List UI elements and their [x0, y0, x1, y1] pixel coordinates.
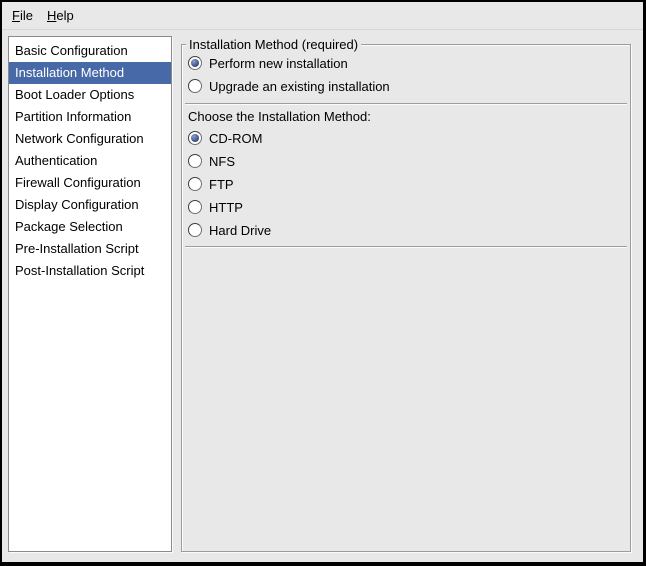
menu-help[interactable]: Help	[40, 4, 81, 27]
radio-hard-drive[interactable]	[188, 223, 202, 237]
installation-method-frame: Installation Method (required) Perform n…	[181, 44, 631, 552]
sidebar-item-basic-configuration[interactable]: Basic Configuration	[9, 40, 171, 62]
application-window: File Help Basic Configuration Installati…	[0, 0, 646, 566]
radio-row-http[interactable]: HTTP	[188, 196, 627, 218]
radio-cdrom[interactable]	[188, 131, 202, 145]
sidebar-item-post-installation-script[interactable]: Post-Installation Script	[9, 260, 171, 282]
sidebar-item-network-configuration[interactable]: Network Configuration	[9, 128, 171, 150]
sidebar-item-package-selection[interactable]: Package Selection	[9, 216, 171, 238]
sidebar-item-installation-method[interactable]: Installation Method	[9, 62, 171, 84]
radio-label-perform-new-installation: Perform new installation	[209, 56, 348, 71]
radio-label-ftp: FTP	[209, 177, 234, 192]
method-group-label: Choose the Installation Method:	[188, 109, 627, 125]
radio-label-nfs: NFS	[209, 154, 235, 169]
radio-label-hard-drive: Hard Drive	[209, 223, 271, 238]
sidebar-item-partition-information[interactable]: Partition Information	[9, 106, 171, 128]
radio-label-http: HTTP	[209, 200, 243, 215]
radio-ftp[interactable]	[188, 177, 202, 191]
radio-perform-new-installation[interactable]	[188, 56, 202, 70]
sidebar-item-authentication[interactable]: Authentication	[9, 150, 171, 172]
radio-row-nfs[interactable]: NFS	[188, 150, 627, 172]
radio-http[interactable]	[188, 200, 202, 214]
sidebar-list: Basic Configuration Installation Method …	[8, 36, 172, 552]
sidebar-item-firewall-configuration[interactable]: Firewall Configuration	[9, 172, 171, 194]
sidebar-item-boot-loader-options[interactable]: Boot Loader Options	[9, 84, 171, 106]
separator	[185, 246, 627, 248]
radio-row-hard-drive[interactable]: Hard Drive	[188, 219, 627, 241]
radio-label-upgrade-existing-installation: Upgrade an existing installation	[209, 79, 390, 94]
sidebar-item-display-configuration[interactable]: Display Configuration	[9, 194, 171, 216]
frame-content: Perform new installation Upgrade an exis…	[182, 45, 630, 248]
menubar: File Help	[2, 2, 643, 30]
radio-row-upgrade-existing-installation[interactable]: Upgrade an existing installation	[188, 75, 627, 97]
radio-nfs[interactable]	[188, 154, 202, 168]
sidebar-item-pre-installation-script[interactable]: Pre-Installation Script	[9, 238, 171, 260]
radio-row-ftp[interactable]: FTP	[188, 173, 627, 195]
radio-row-perform-new-installation[interactable]: Perform new installation	[188, 52, 627, 74]
radio-row-cdrom[interactable]: CD-ROM	[188, 127, 627, 149]
radio-label-cdrom: CD-ROM	[209, 131, 262, 146]
menu-file[interactable]: File	[5, 4, 40, 27]
radio-upgrade-existing-installation[interactable]	[188, 79, 202, 93]
separator	[185, 103, 627, 105]
frame-title: Installation Method (required)	[186, 37, 361, 53]
